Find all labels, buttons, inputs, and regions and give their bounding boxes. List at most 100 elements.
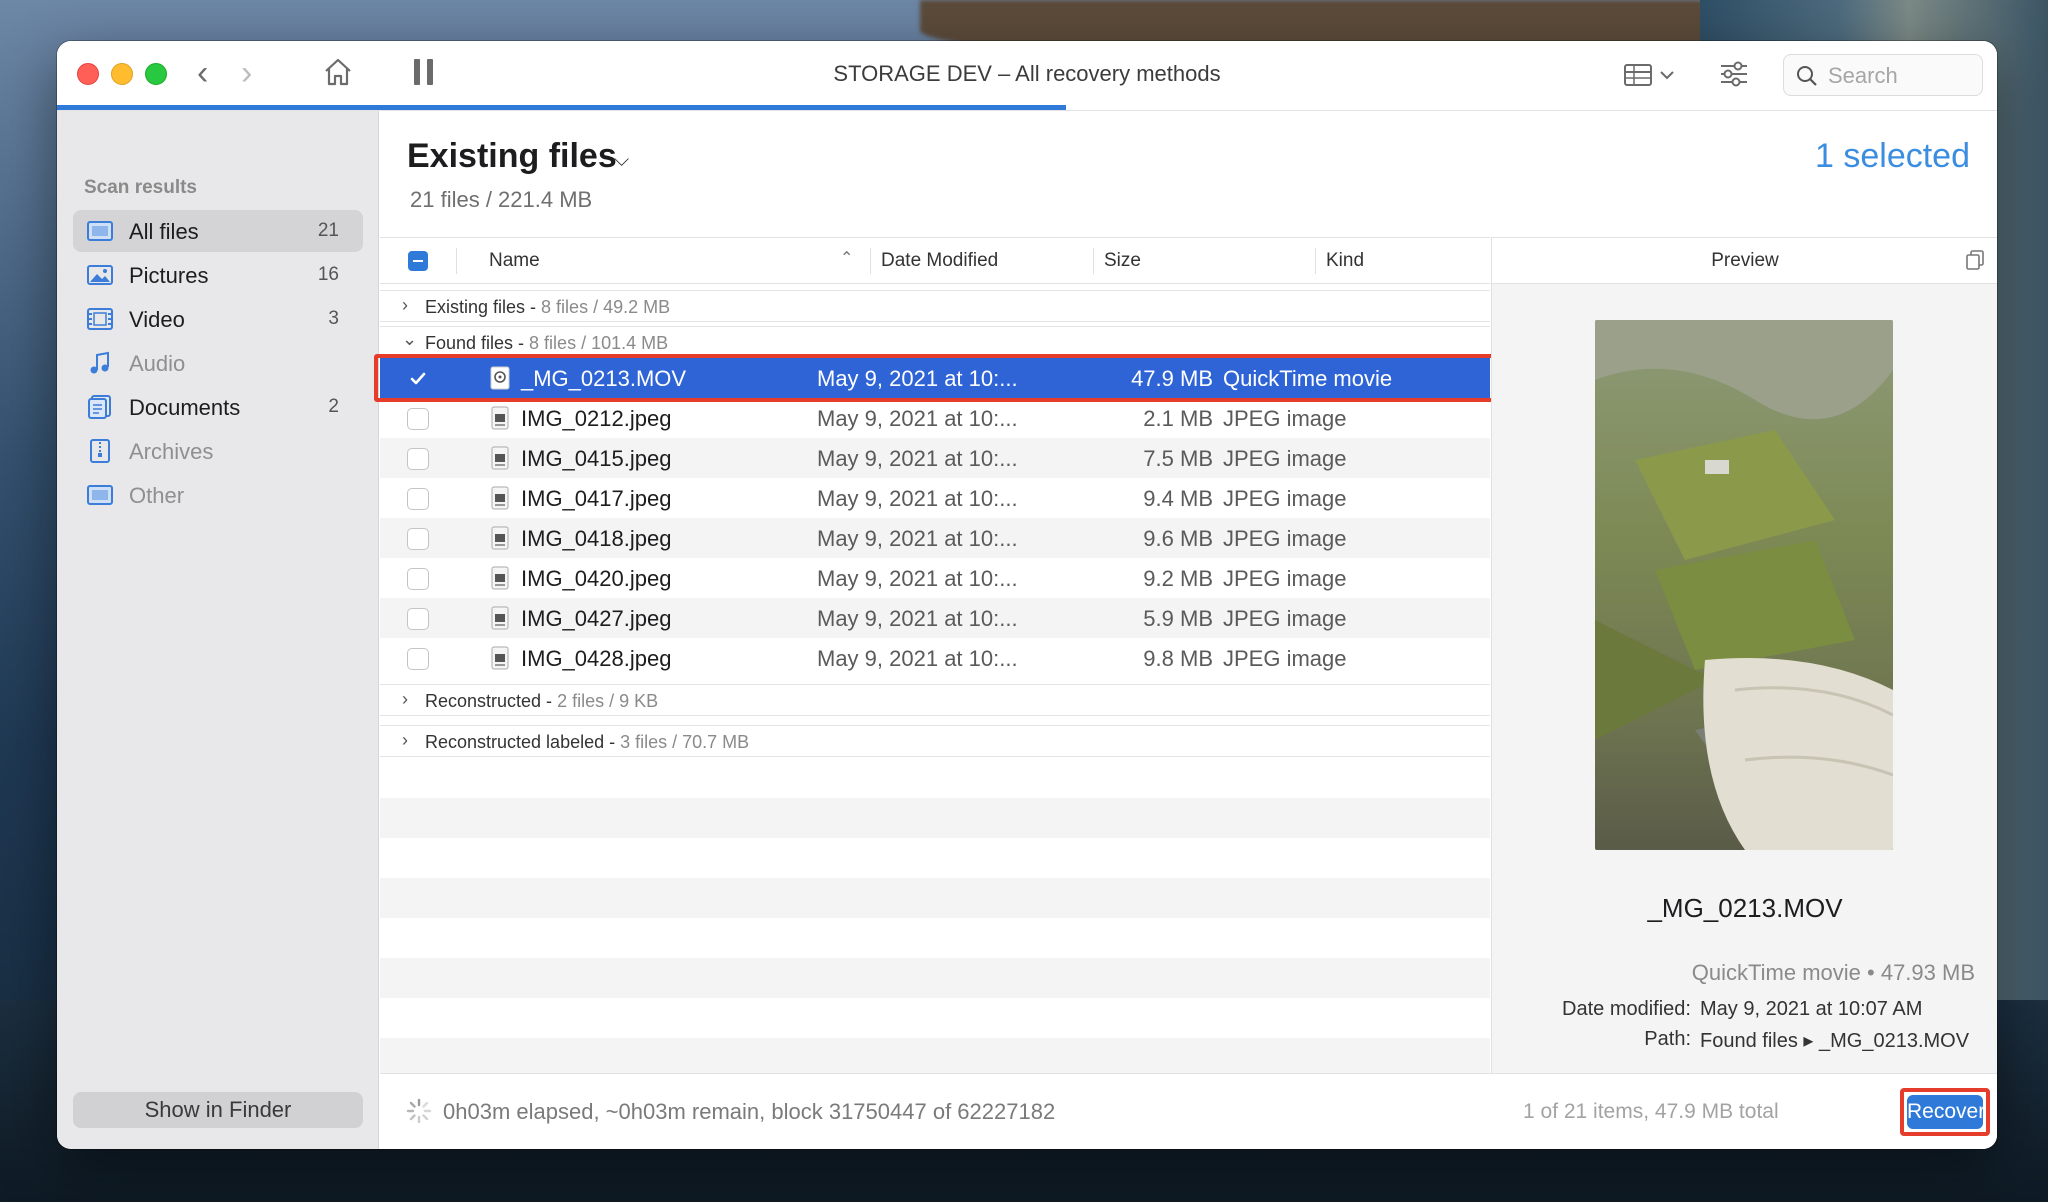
column-kind[interactable]: Kind (1326, 250, 1364, 272)
image-file-icon (491, 646, 509, 670)
file-kind: JPEG image (1223, 566, 1347, 591)
date-modified-value: May 9, 2021 at 10:07 AM (1700, 998, 1923, 1020)
group-meta: 3 files / 70.7 MB (620, 732, 750, 752)
scan-progress-fill (57, 105, 1066, 110)
file-size: 5.9 MB (1143, 606, 1213, 631)
file-list: Name ⌃ Date Modified Size Kind › Existin… (374, 237, 1496, 1074)
file-row[interactable]: IMG_0417.jpeg May 9, 2021 at 10:... 9.4 … (380, 478, 1490, 518)
search-field[interactable] (1783, 54, 1983, 96)
sidebar-item-count: 16 (317, 264, 339, 285)
empty-row (380, 958, 1490, 998)
scan-progress-bar (57, 105, 1997, 110)
file-kind: JPEG image (1223, 526, 1347, 551)
file-row[interactable]: _MG_0213.MOV May 9, 2021 at 10:... 47.9 … (374, 354, 1496, 402)
chevron-down-icon[interactable]: ⌵ (614, 149, 629, 172)
column-name[interactable]: Name (489, 250, 540, 272)
file-name: IMG_0427.jpeg (521, 606, 672, 631)
group-row-reconstructed[interactable]: › Reconstructed - 2 files / 9 KB (380, 684, 1490, 716)
file-row[interactable]: IMG_0420.jpeg May 9, 2021 at 10:... 9.2 … (380, 558, 1490, 598)
sidebar-item-label: Pictures (129, 263, 209, 288)
files-icon (87, 221, 113, 241)
chevron-right-icon[interactable]: › (402, 689, 408, 710)
row-checkbox[interactable] (407, 488, 429, 510)
chevron-down-icon[interactable]: ⌄ (402, 329, 417, 350)
archives-icon (90, 439, 110, 463)
search-icon (1797, 66, 1817, 86)
sidebar-item-audio[interactable]: Audio (73, 342, 363, 384)
filter-settings-icon[interactable] (1719, 59, 1749, 89)
group-meta: 8 files / 101.4 MB (529, 333, 669, 353)
file-name: IMG_0415.jpeg (521, 446, 672, 471)
table-view-icon (1624, 64, 1674, 86)
row-checkbox[interactable] (407, 448, 429, 470)
selection-summary: 1 of 21 items, 47.9 MB total (1523, 1100, 1779, 1123)
column-size[interactable]: Size (1104, 250, 1141, 272)
view-mode-menu[interactable] (1623, 61, 1683, 91)
audio-icon (90, 351, 109, 374)
preview-title: Preview (1711, 250, 1779, 271)
show-in-finder-button[interactable]: Show in Finder (73, 1092, 363, 1128)
sidebar-item-documents[interactable]: Documents 2 (73, 386, 363, 428)
status-bar: 0h03m elapsed, ~0h03m remain, block 3175… (380, 1073, 1997, 1149)
preview-kind-size: QuickTime movie • 47.93 MB (1691, 960, 1975, 985)
file-row[interactable]: IMG_0415.jpeg May 9, 2021 at 10:... 7.5 … (380, 438, 1490, 478)
sidebar-item-label: Video (129, 307, 185, 332)
chevron-right-icon[interactable]: › (402, 730, 408, 751)
window-title: STORAGE DEV – All recovery methods (833, 61, 1221, 86)
sort-ascending-icon[interactable]: ⌃ (840, 248, 853, 268)
file-name: IMG_0417.jpeg (521, 486, 672, 511)
video-icon (87, 308, 113, 330)
documents-icon (88, 395, 111, 419)
group-meta: 8 files / 49.2 MB (541, 297, 671, 317)
file-row[interactable]: IMG_0427.jpeg May 9, 2021 at 10:... 5.9 … (380, 598, 1490, 638)
sidebar-item-count: 21 (317, 220, 339, 241)
file-kind: JPEG image (1223, 446, 1347, 471)
file-kind: JPEG image (1223, 486, 1347, 511)
file-row[interactable]: IMG_0212.jpeg May 9, 2021 at 10:... 2.1 … (380, 398, 1490, 438)
file-size: 9.2 MB (1143, 566, 1213, 591)
group-row-found-files[interactable]: ⌄ Found files - 8 files / 101.4 MB (380, 326, 1490, 358)
sidebar-item-other[interactable]: Other (73, 474, 363, 516)
video-thumbnail (1595, 320, 1893, 850)
scan-status-text: 0h03m elapsed, ~0h03m remain, block 3175… (443, 1099, 1056, 1124)
chevron-right-icon[interactable]: › (402, 295, 408, 316)
row-checkbox[interactable] (407, 648, 429, 670)
image-file-icon (491, 566, 509, 590)
sidebar-item-label: Other (129, 483, 185, 508)
column-date-modified[interactable]: Date Modified (881, 250, 998, 272)
file-name: IMG_0212.jpeg (521, 406, 672, 431)
column-header: Name ⌃ Date Modified Size Kind (380, 238, 1490, 284)
movie-file-icon (490, 366, 510, 390)
file-kind: QuickTime movie (1223, 366, 1393, 391)
copy-icon[interactable] (1966, 250, 1984, 270)
group-row-existing-files[interactable]: › Existing files - 8 files / 49.2 MB (380, 290, 1490, 322)
pictures-icon (87, 265, 113, 285)
main-panel: Existing files ⌵ 21 files / 221.4 MB 1 s… (374, 111, 1997, 1149)
recover-button[interactable]: Recover (1907, 1095, 1985, 1129)
row-checkbox[interactable] (407, 608, 429, 630)
sidebar-item-archives[interactable]: Archives (73, 430, 363, 472)
row-checkbox[interactable] (407, 528, 429, 550)
sidebar-item-video[interactable]: Video 3 (73, 298, 363, 340)
file-name: IMG_0420.jpeg (521, 566, 672, 591)
group-name: Reconstructed labeled - (425, 732, 621, 752)
image-file-icon (491, 406, 509, 430)
sidebar-item-count: 3 (328, 308, 339, 329)
file-size: 9.8 MB (1143, 646, 1213, 671)
select-all-checkbox[interactable] (408, 251, 428, 271)
preview-panel: Preview _MG_0213.MOV QuickTime movie • 4… (1491, 237, 1997, 1073)
group-name: Reconstructed - (425, 691, 558, 711)
page-title[interactable]: Existing files (407, 137, 617, 176)
sidebar-item-all-files[interactable]: All files 21 (73, 210, 363, 252)
file-name: IMG_0428.jpeg (521, 646, 672, 671)
file-row[interactable]: IMG_0418.jpeg May 9, 2021 at 10:... 9.6 … (380, 518, 1490, 558)
row-checkbox[interactable] (407, 568, 429, 590)
other-icon (87, 485, 113, 505)
file-size: 2.1 MB (1143, 406, 1213, 431)
row-checkbox[interactable] (407, 368, 429, 390)
file-row[interactable]: IMG_0428.jpeg May 9, 2021 at 10:... 9.8 … (380, 638, 1490, 678)
sidebar-item-pictures[interactable]: Pictures 16 (73, 254, 363, 296)
group-row-reconstructed-labeled[interactable]: › Reconstructed labeled - 3 files / 70.7… (380, 725, 1490, 757)
row-checkbox[interactable] (407, 408, 429, 430)
search-input[interactable] (1828, 61, 1974, 91)
